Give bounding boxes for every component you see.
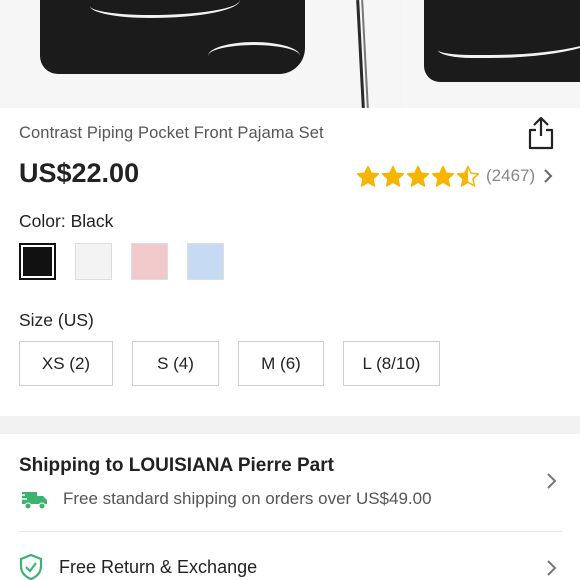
size-option-s[interactable]: S (4) [132,341,219,386]
drawstring [356,0,369,108]
product-photo-next[interactable] [402,0,580,108]
swatch-fill [23,247,52,276]
shield-check-icon [19,554,43,580]
shorts-image [424,0,580,82]
star-icon [381,165,405,187]
size-option-xs[interactable]: XS (2) [19,341,113,386]
swatch-fill [76,244,111,279]
color-swatch-pink[interactable] [131,243,168,280]
chevron-right-icon[interactable] [546,559,558,577]
product-image-gallery[interactable] [0,0,580,108]
product-title: Contrast Piping Pocket Front Pajama Set [19,124,324,142]
swatch-fill [188,244,223,279]
size-option-l[interactable]: L (8/10) [343,341,440,386]
review-count: (2467) [486,166,536,185]
shipping-title[interactable]: Shipping to LOUISIANA Pierre Part [19,455,334,477]
return-exchange-label: Free Return & Exchange [59,556,258,577]
product-price: US$22.00 [19,158,140,188]
star-icon [431,165,455,187]
return-exchange-row[interactable]: Free Return & Exchange [19,554,257,580]
selected-color: Black [70,211,114,231]
color-label-text: Color: [19,211,66,231]
shorts-image [40,0,305,74]
row-divider [19,531,562,532]
color-label: Color: Black [19,211,113,232]
rating-summary[interactable]: (2467) [356,164,553,188]
size-label: Size (US) [19,310,94,330]
section-divider [0,416,580,434]
shipping-note: Free standard shipping on orders over US… [63,489,432,508]
star-icon [356,165,380,187]
shipping-info-row[interactable]: Free standard shipping on orders over US… [19,488,432,510]
share-icon[interactable] [526,116,556,150]
star-icon [456,165,480,187]
color-swatch-light-blue[interactable] [187,243,224,280]
color-swatch-white[interactable] [75,243,112,280]
color-swatch-black[interactable] [19,243,56,280]
truck-icon [19,492,47,510]
star-rating [356,165,481,187]
size-options: XS (2) S (4) M (6) L (8/10) [19,341,459,386]
star-icon [406,165,430,187]
color-swatches [19,243,243,280]
chevron-right-icon[interactable] [546,472,558,490]
chevron-right-icon [544,169,553,183]
swatch-fill [132,244,167,279]
size-option-m[interactable]: M (6) [238,341,324,386]
product-photo-main[interactable] [0,0,400,108]
